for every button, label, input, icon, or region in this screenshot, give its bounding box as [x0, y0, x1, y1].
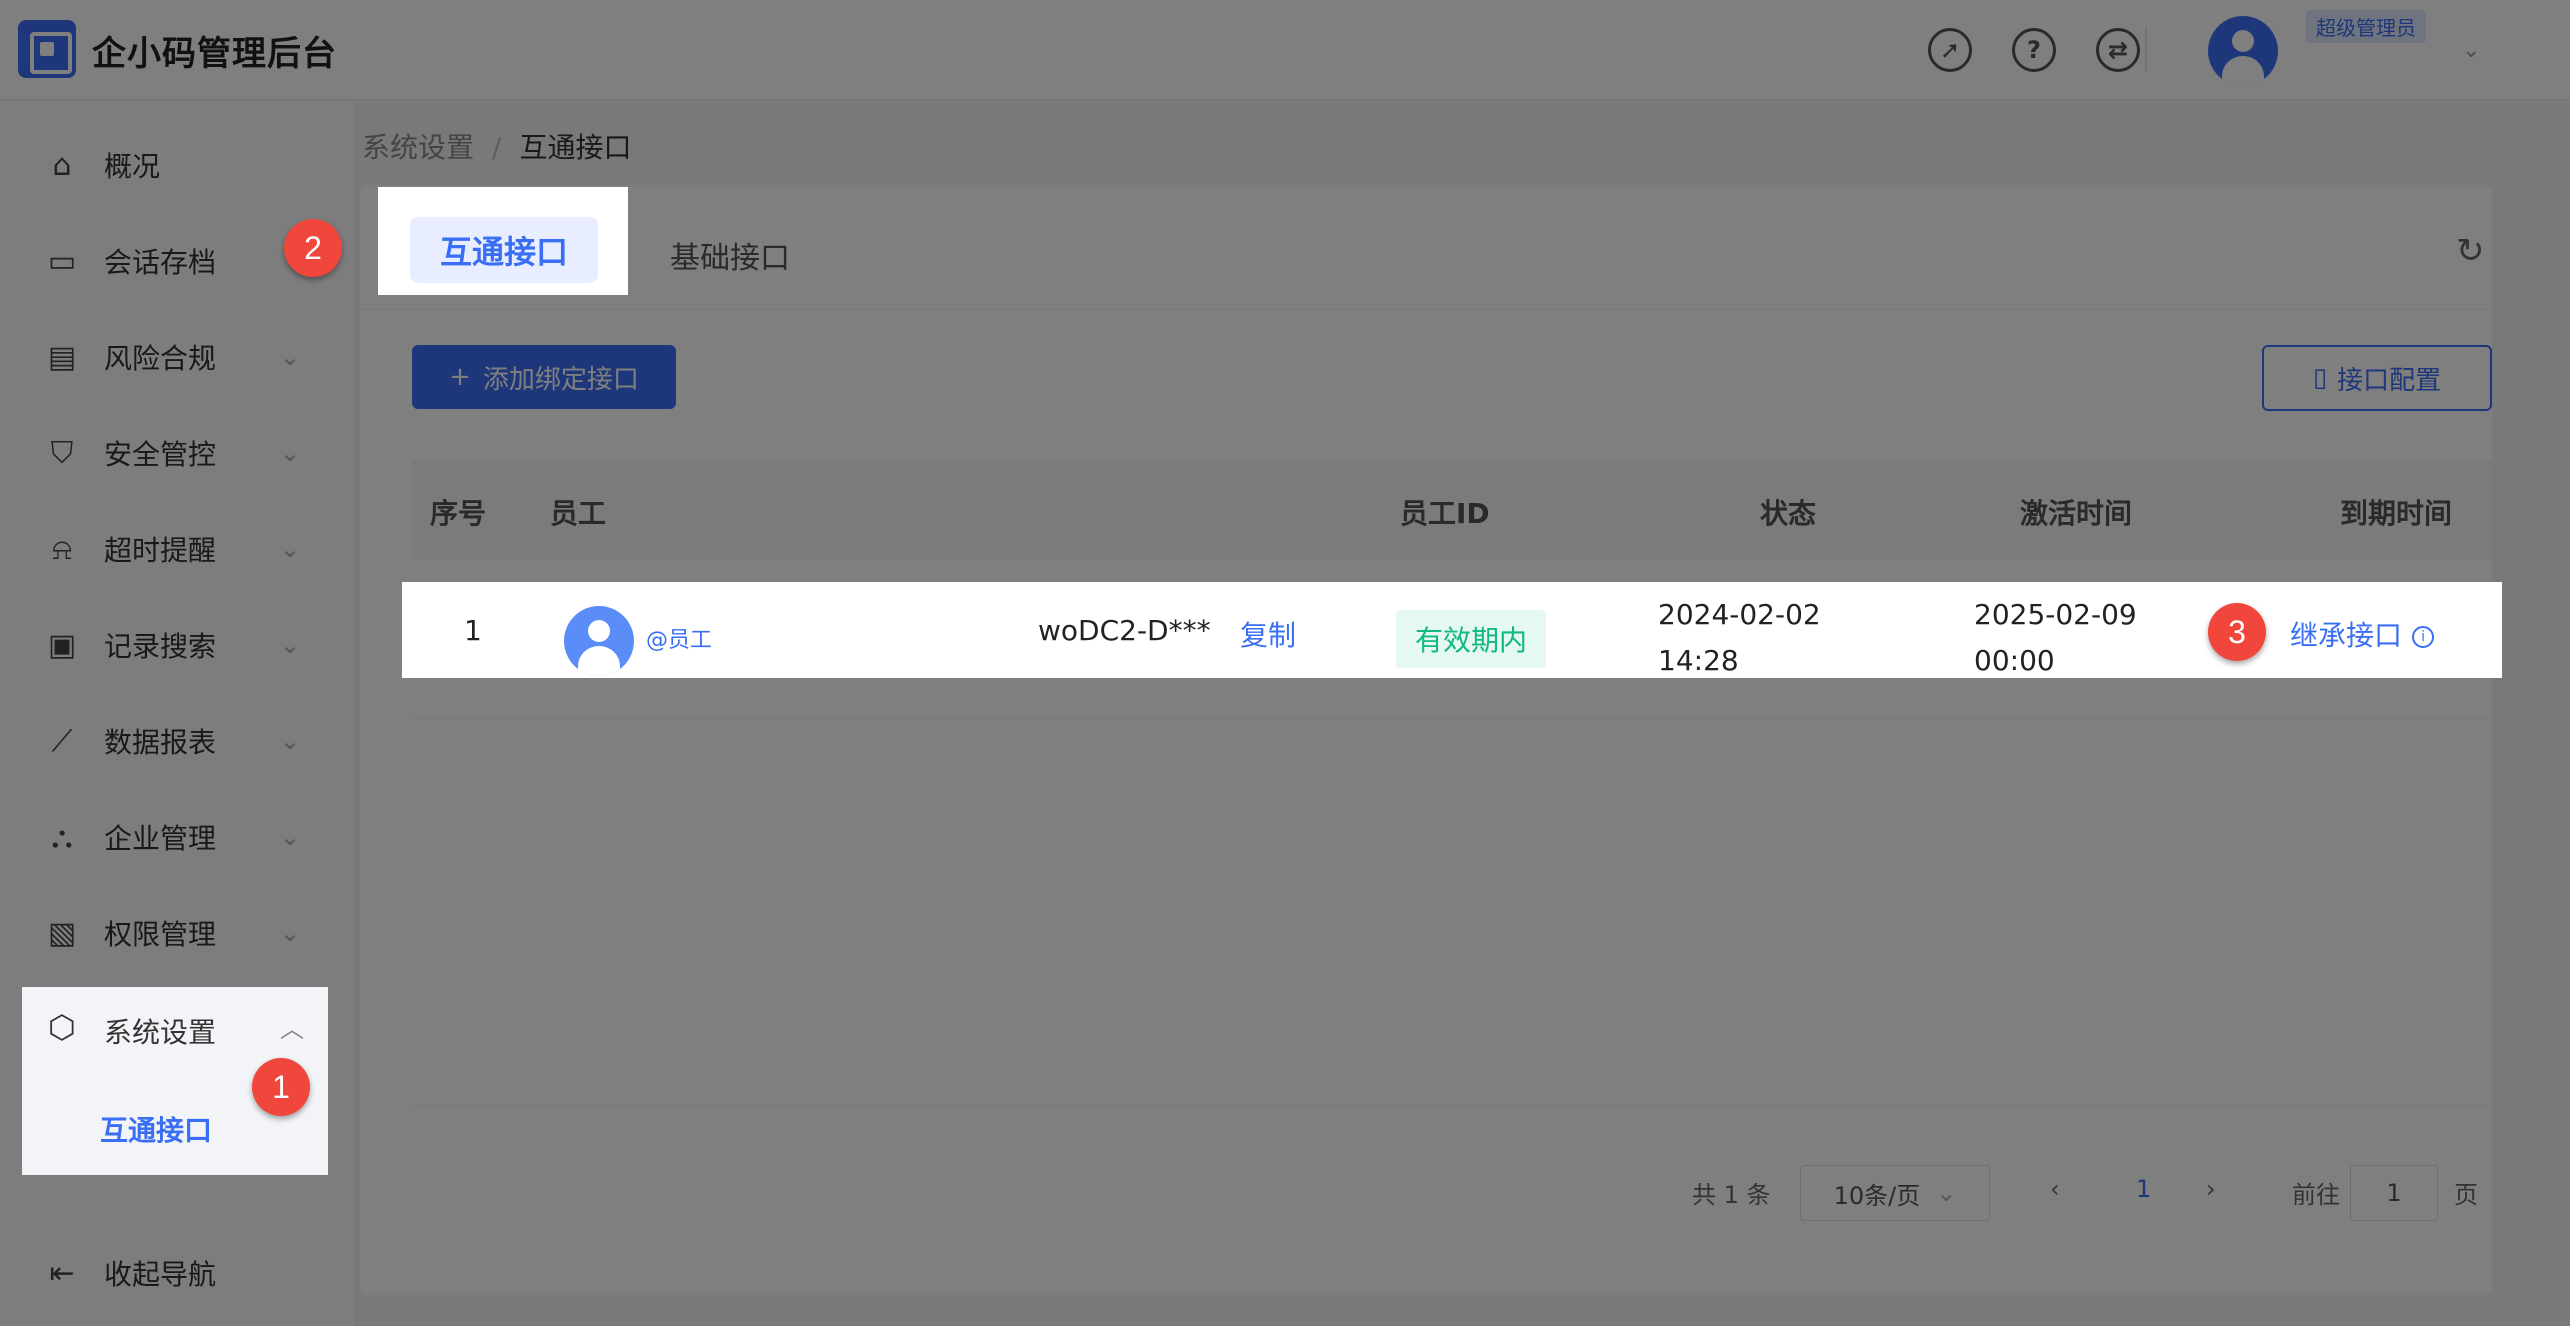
row-index: 1	[464, 614, 482, 647]
tab-interop-interface[interactable]: 互通接口	[410, 217, 598, 283]
inherit-interface-link[interactable]: 继承接口 i	[2290, 614, 2435, 654]
chevron-up-icon: ︿	[280, 1015, 304, 1043]
copy-link[interactable]: 复制	[1240, 614, 1296, 654]
step-badge-3: 3	[2208, 603, 2266, 661]
info-icon[interactable]: i	[2412, 626, 2435, 648]
step-badge-2: 2	[284, 219, 342, 277]
settings-icon: ⬡	[48, 1008, 76, 1046]
sidebar-item-system-settings[interactable]: 系统设置	[104, 1011, 216, 1051]
status-badge: 有效期内	[1396, 610, 1546, 668]
expire-date: 2025-02-09	[1974, 598, 2137, 631]
sidebar-sub-item-interop[interactable]: 互通接口	[100, 1109, 212, 1149]
employee-name: @员工	[646, 628, 713, 653]
inherit-interface-label: 继承接口	[2290, 619, 2403, 652]
employee-id: woDC2-D***	[1038, 614, 1211, 647]
activate-time: 14:28	[1658, 644, 1739, 677]
table-row: 1 @员工 woDC2-D*** 复制 有效期内 2024-02-02 14:2…	[402, 582, 2502, 678]
employee-avatar	[564, 606, 634, 676]
expire-time: 00:00	[1974, 644, 2055, 677]
step-badge-1: 1	[252, 1058, 310, 1116]
highlight-tab: 互通接口	[378, 187, 628, 295]
activate-date: 2024-02-02	[1658, 598, 1821, 631]
